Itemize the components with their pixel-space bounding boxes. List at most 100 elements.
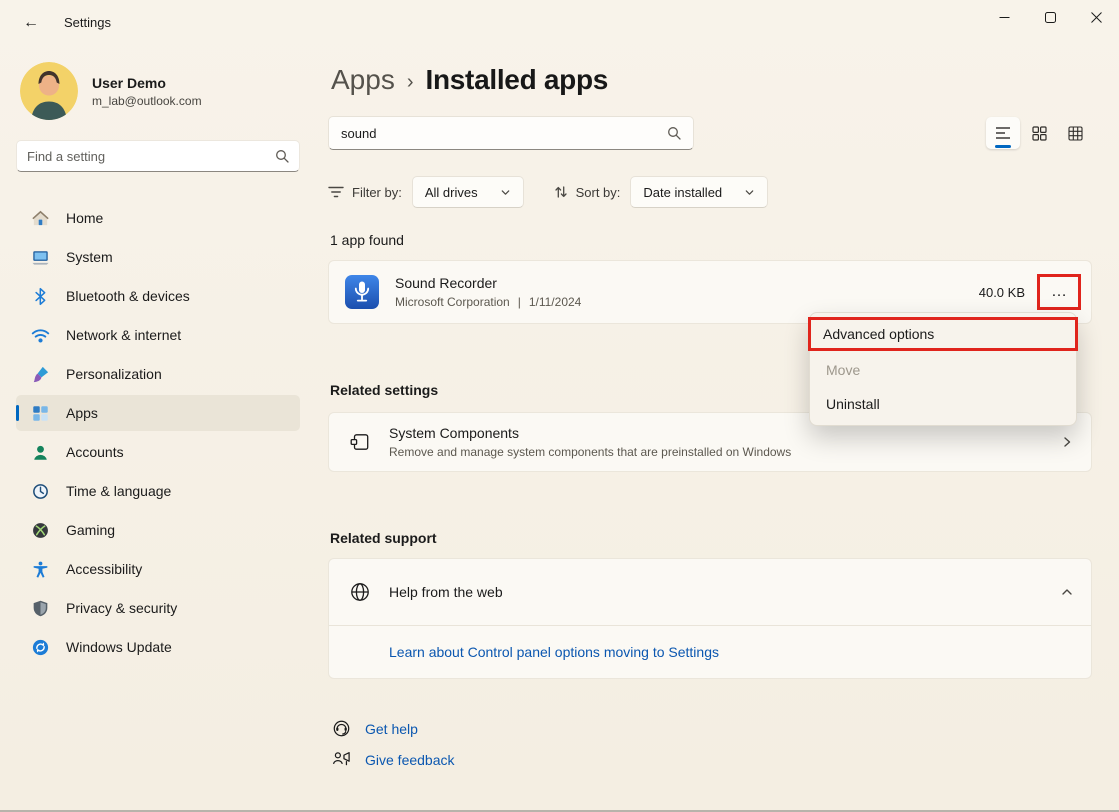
personalization-icon xyxy=(30,364,50,384)
card-title: System Components xyxy=(389,425,791,441)
titlebar: ← Settings xyxy=(0,0,1119,50)
app-search-box[interactable] xyxy=(328,116,694,150)
sidebar-item-label: Network & internet xyxy=(66,327,181,343)
give-feedback-link[interactable]: Give feedback xyxy=(365,752,455,768)
menu-item-move: Move xyxy=(814,353,1072,387)
filter-value: All drives xyxy=(425,185,478,200)
breadcrumb-apps[interactable]: Apps xyxy=(331,64,395,96)
view-toggle-group xyxy=(986,117,1092,149)
sort-dropdown[interactable]: Date installed xyxy=(630,176,768,208)
sidebar-item-network-internet[interactable]: Network & internet xyxy=(16,317,300,353)
filter-label: Filter by: xyxy=(352,185,402,200)
card-description: Remove and manage system components that… xyxy=(389,445,791,459)
help-from-web-row[interactable]: Help from the web xyxy=(329,559,1091,625)
chevron-up-icon xyxy=(1061,586,1073,598)
back-button[interactable]: ← xyxy=(14,8,48,38)
user-info: User Demo m_lab@outlook.com xyxy=(92,75,202,108)
sidebar-item-label: Accounts xyxy=(66,444,124,460)
sidebar-item-accessibility[interactable]: Accessibility xyxy=(16,551,300,587)
grid-view-icon xyxy=(1032,126,1047,141)
privacy-shield-icon xyxy=(30,598,50,618)
sidebar-item-label: Bluetooth & devices xyxy=(66,288,190,304)
meta-separator: | xyxy=(518,295,521,309)
card-title: Help from the web xyxy=(389,584,503,600)
more-options-button[interactable]: … xyxy=(1040,277,1078,307)
sidebar-item-label: Time & language xyxy=(66,483,171,499)
support-link-row: Learn about Control panel options moving… xyxy=(329,626,1091,678)
sidebar-item-label: Windows Update xyxy=(66,639,172,655)
grid-view-button[interactable] xyxy=(1022,117,1056,149)
window-body: User Demo m_lab@outlook.com Home xyxy=(0,50,1119,810)
close-button[interactable] xyxy=(1073,0,1119,34)
table-view-button[interactable] xyxy=(1058,117,1092,149)
get-help-icon xyxy=(332,719,351,738)
avatar xyxy=(20,62,78,120)
sidebar: User Demo m_lab@outlook.com Home xyxy=(0,50,316,810)
app-info: Sound Recorder Microsoft Corporation | 1… xyxy=(395,275,581,309)
sidebar-item-system[interactable]: System xyxy=(16,239,300,275)
red-annotation-box-more-button: … xyxy=(1037,274,1081,310)
sound-recorder-icon xyxy=(345,275,379,309)
sidebar-item-accounts[interactable]: Accounts xyxy=(16,434,300,470)
sidebar-item-windows-update[interactable]: Windows Update xyxy=(16,629,300,665)
give-feedback-icon xyxy=(332,750,351,769)
menu-item-label: Uninstall xyxy=(826,396,880,412)
accessibility-icon xyxy=(30,559,50,579)
sidebar-item-personalization[interactable]: Personalization xyxy=(16,356,300,392)
main-content: Apps › Installed apps xyxy=(316,50,1119,810)
home-icon xyxy=(30,208,50,228)
sidebar-nav: Home System Bluetooth & devices xyxy=(16,200,300,665)
footer-links: Get help Give feedback xyxy=(328,713,1092,775)
apps-icon xyxy=(30,403,50,423)
user-name: User Demo xyxy=(92,75,202,91)
related-support-heading: Related support xyxy=(328,530,1092,546)
sort-label: Sort by: xyxy=(576,185,621,200)
windows-update-icon xyxy=(30,637,50,657)
settings-window: ← Settings xyxy=(0,0,1119,812)
control-panel-options-link[interactable]: Learn about Control panel options moving… xyxy=(389,644,719,660)
gaming-icon xyxy=(30,520,50,540)
list-view-button[interactable] xyxy=(986,117,1020,149)
sidebar-item-home[interactable]: Home xyxy=(16,200,300,236)
related-support-card: Help from the web Learn about Control pa… xyxy=(328,558,1092,679)
filter-dropdown[interactable]: All drives xyxy=(412,176,524,208)
app-meta: Microsoft Corporation | 1/11/2024 xyxy=(395,295,581,309)
window-title: Settings xyxy=(64,8,111,38)
app-publisher: Microsoft Corporation xyxy=(395,295,510,309)
maximize-button[interactable] xyxy=(1027,0,1073,34)
get-help-row: Get help xyxy=(328,713,1092,744)
sidebar-item-privacy-security[interactable]: Privacy & security xyxy=(16,590,300,626)
chevron-down-icon xyxy=(744,187,755,198)
sidebar-item-time-language[interactable]: Time & language xyxy=(16,473,300,509)
filter-sort-toolbar: Filter by: All drives Sort by: Date inst… xyxy=(328,176,1092,208)
time-language-icon xyxy=(30,481,50,501)
sidebar-item-label: Gaming xyxy=(66,522,115,538)
sidebar-search-input[interactable] xyxy=(27,149,275,164)
sidebar-item-label: System xyxy=(66,249,113,265)
sort-value: Date installed xyxy=(643,185,722,200)
filter-icon xyxy=(328,185,344,199)
bluetooth-icon xyxy=(30,286,50,306)
menu-item-label: Move xyxy=(826,362,860,378)
sort-icon xyxy=(554,185,568,199)
sidebar-item-bluetooth-devices[interactable]: Bluetooth & devices xyxy=(16,278,300,314)
table-view-icon xyxy=(1068,126,1083,141)
user-account-block[interactable]: User Demo m_lab@outlook.com xyxy=(16,56,300,140)
breadcrumb: Apps › Installed apps xyxy=(328,60,1092,100)
globe-icon xyxy=(349,581,371,603)
menu-item-label: Advanced options xyxy=(823,326,934,342)
window-controls xyxy=(981,0,1119,34)
search-icon xyxy=(275,149,289,163)
sidebar-item-gaming[interactable]: Gaming xyxy=(16,512,300,548)
sidebar-item-apps[interactable]: Apps xyxy=(16,395,300,431)
minimize-button[interactable] xyxy=(981,0,1027,34)
app-search-input[interactable] xyxy=(341,126,667,141)
sidebar-item-label: Accessibility xyxy=(66,561,142,577)
chevron-down-icon xyxy=(500,187,511,198)
sidebar-search-box[interactable] xyxy=(16,140,300,172)
system-icon xyxy=(30,247,50,267)
menu-item-uninstall[interactable]: Uninstall xyxy=(814,387,1072,421)
menu-item-advanced-options[interactable]: Advanced options xyxy=(808,317,1078,351)
get-help-link[interactable]: Get help xyxy=(365,721,418,737)
accounts-icon xyxy=(30,442,50,462)
